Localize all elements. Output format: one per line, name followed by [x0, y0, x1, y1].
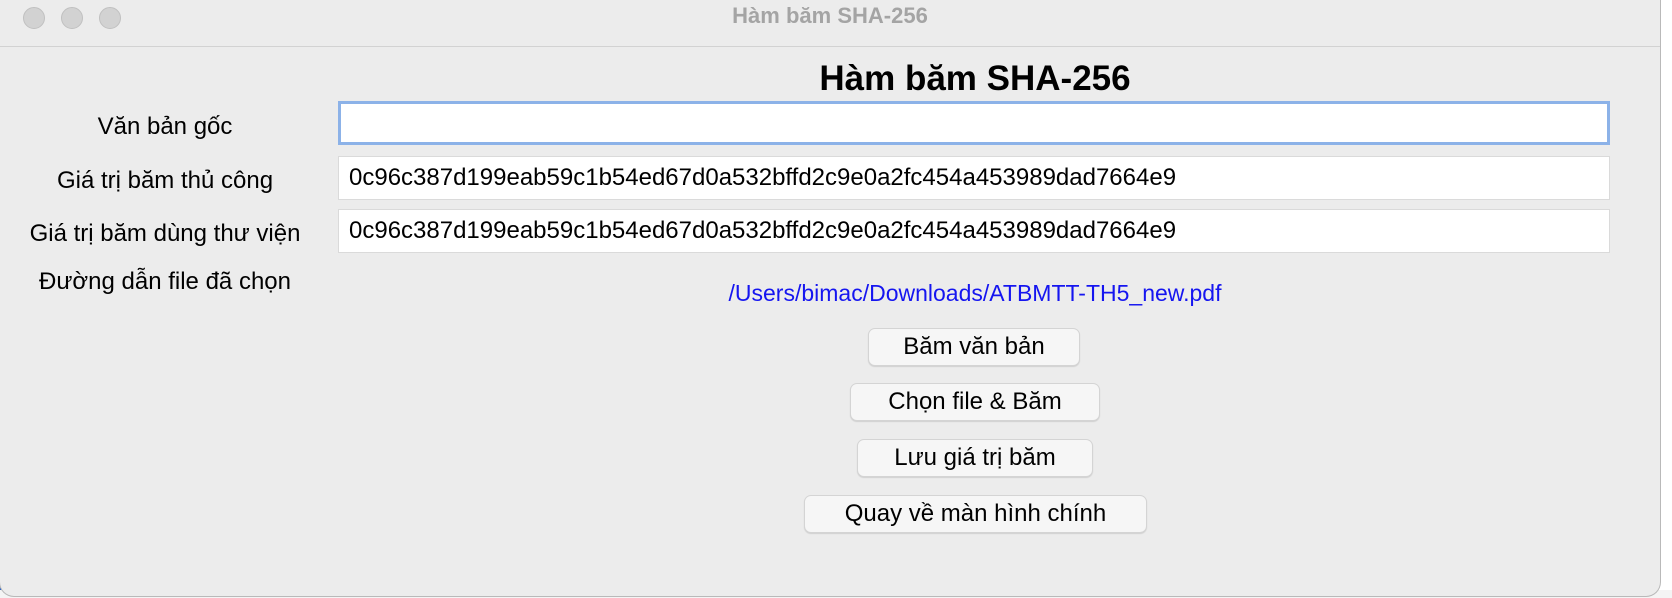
- window-title: Hàm băm SHA-256: [732, 3, 928, 28]
- back-home-button[interactable]: Quay về màn hình chính: [804, 495, 1147, 533]
- file-path-label: Đường dẫn file đã chọn: [39, 268, 291, 295]
- plaintext-label: Văn bản gốc: [97, 113, 233, 140]
- library-hash-field[interactable]: 0c96c387d199eab59c1b54ed67d0a532bffd2c9e…: [338, 209, 1610, 253]
- title-bar[interactable]: Hàm băm SHA-256: [0, 0, 1660, 47]
- desktop-background-right: [1658, 0, 1672, 598]
- hash-text-button[interactable]: Băm văn bản: [868, 328, 1080, 366]
- library-hash-label: Giá trị băm dùng thư viện: [29, 220, 301, 247]
- save-hash-button[interactable]: Lưu giá trị băm: [857, 439, 1093, 477]
- sha256-window: Hàm băm SHA-256 Hàm băm SHA-256 Văn bản …: [0, 0, 1660, 596]
- page-title: Hàm băm SHA-256: [819, 59, 1131, 98]
- manual-hash-label: Giá trị băm thủ công: [56, 167, 274, 194]
- plaintext-input[interactable]: [338, 101, 1610, 145]
- choose-file-hash-button[interactable]: Chọn file & Băm: [850, 383, 1100, 421]
- manual-hash-field[interactable]: 0c96c387d199eab59c1b54ed67d0a532bffd2c9e…: [338, 156, 1610, 200]
- file-path-value: /Users/bimac/Downloads/ATBMTT-TH5_new.pd…: [728, 280, 1222, 306]
